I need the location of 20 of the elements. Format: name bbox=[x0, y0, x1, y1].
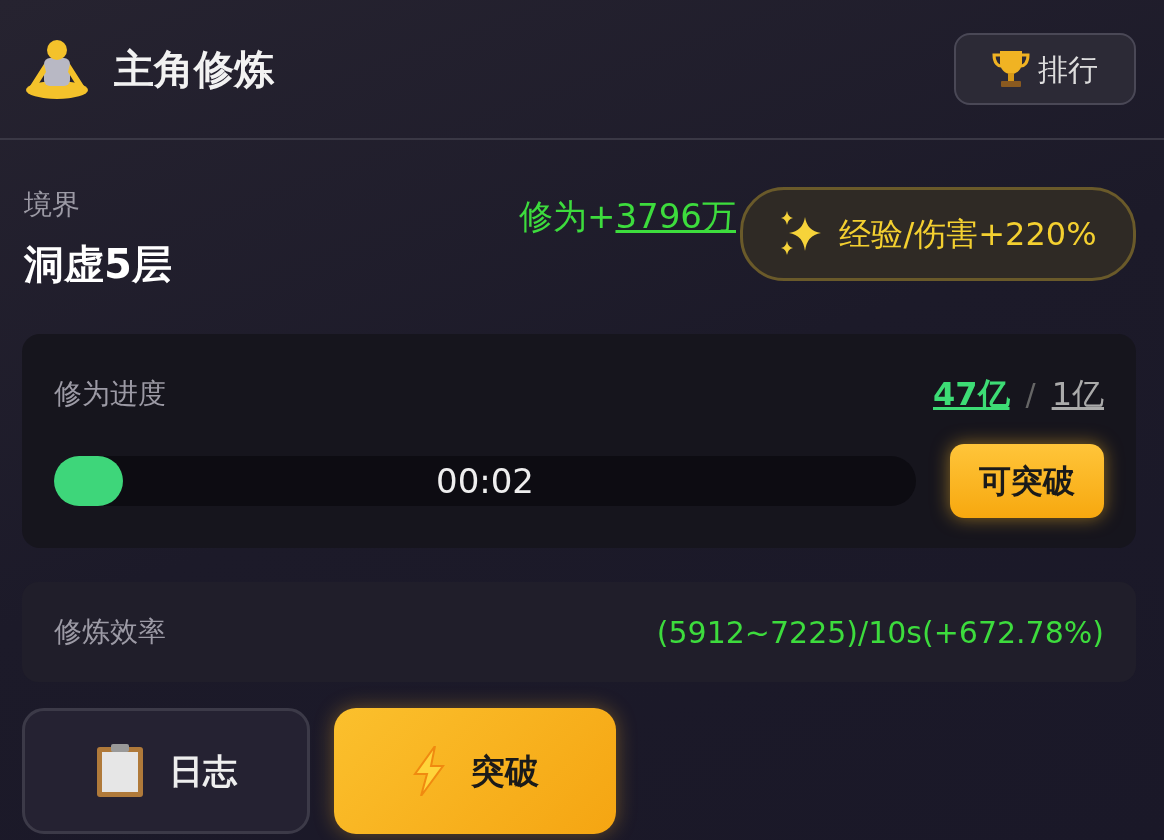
bonus-text: 经验/伤害+220% bbox=[839, 214, 1097, 255]
progress-label: 修为进度 bbox=[54, 376, 166, 412]
log-button[interactable]: 日志 bbox=[22, 708, 310, 834]
trophy-icon bbox=[992, 49, 1030, 89]
realm-label: 境界 bbox=[24, 187, 81, 223]
realm-value: 洞虚5层 bbox=[24, 240, 172, 289]
current-value[interactable]: 47亿 bbox=[933, 370, 1010, 418]
breakthrough-ready-button[interactable]: 可突破 bbox=[950, 444, 1104, 518]
gain-label: 修为+ bbox=[518, 195, 616, 238]
lightning-icon bbox=[411, 746, 447, 796]
separator: / bbox=[1025, 375, 1036, 414]
page-title: 主角修炼 bbox=[114, 45, 274, 94]
clipboard-icon bbox=[95, 743, 145, 799]
breakthrough-button[interactable]: 突破 bbox=[334, 708, 616, 834]
target-value[interactable]: 1亿 bbox=[1051, 370, 1104, 418]
efficiency-value: (5912~7225)/10s(+672.78%) bbox=[656, 613, 1104, 652]
efficiency-label: 修炼效率 bbox=[54, 614, 166, 650]
rank-button[interactable]: 排行 bbox=[954, 33, 1136, 105]
gain-link[interactable]: 3796万 bbox=[615, 191, 736, 242]
timer: 00:02 bbox=[436, 459, 534, 503]
